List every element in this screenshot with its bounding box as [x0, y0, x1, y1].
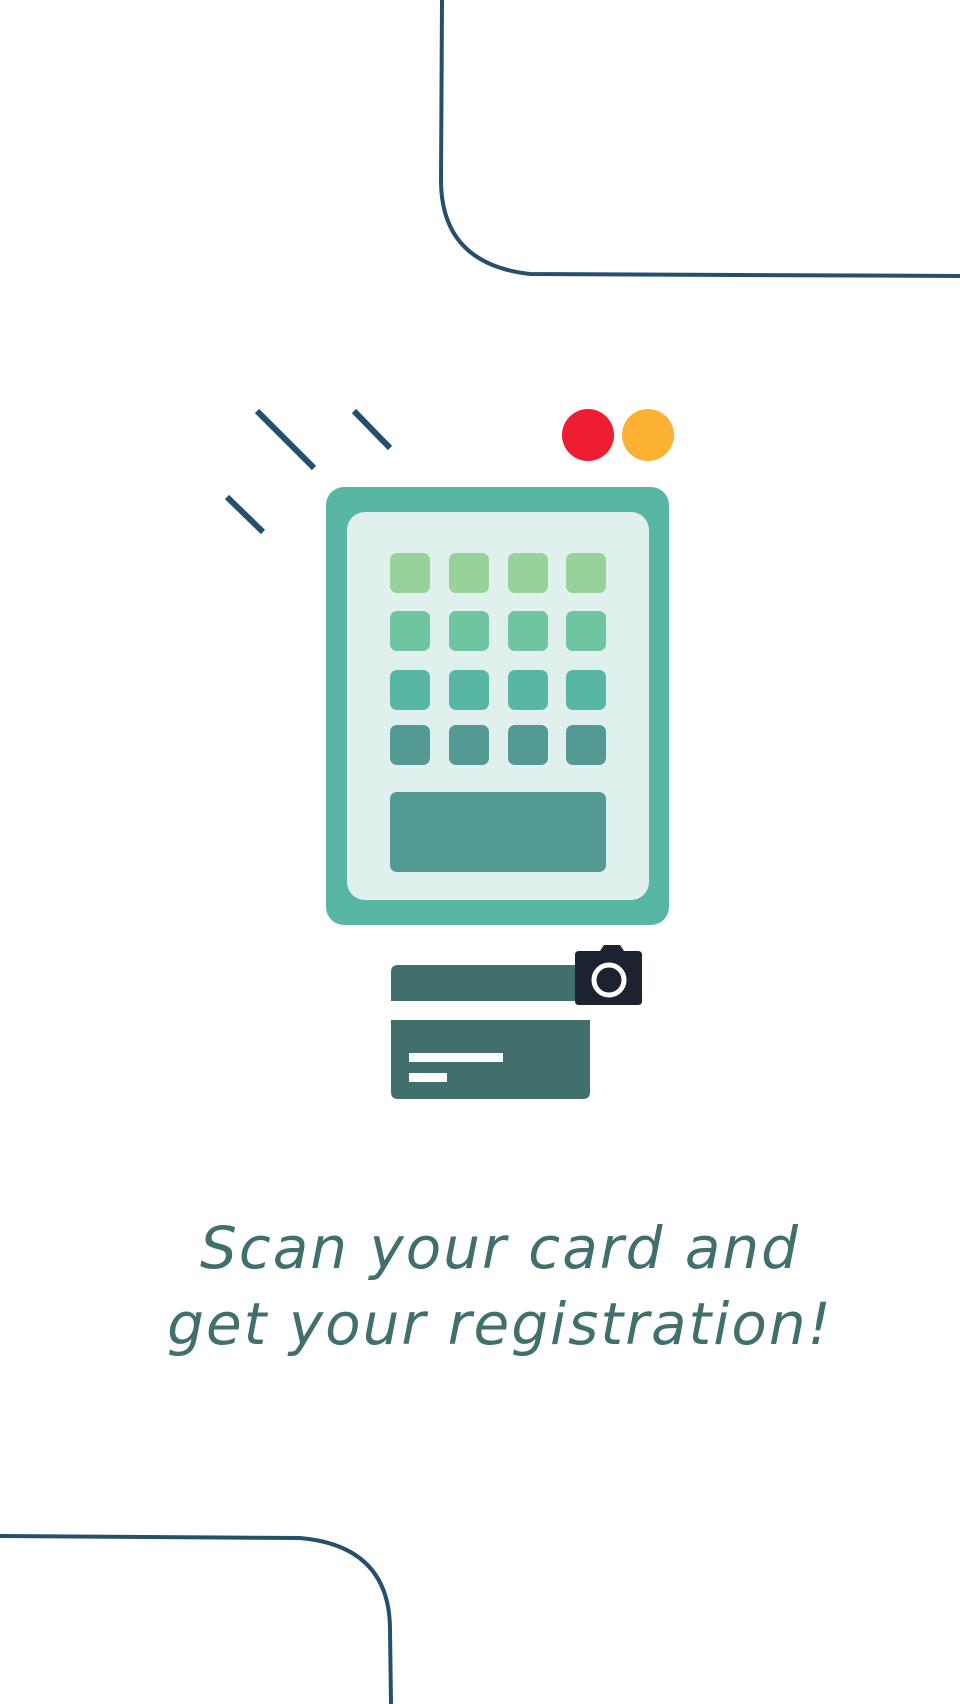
terminal-display-panel	[390, 792, 606, 872]
message-line-1: Scan your card and	[200, 1214, 800, 1282]
red-dot	[562, 409, 614, 461]
camera-icon	[575, 945, 642, 1005]
id-card-icon	[391, 965, 590, 1099]
onboarding-message: Scan your card and get your registration…	[0, 1210, 960, 1362]
message-line-2: get your registration!	[167, 1290, 833, 1358]
onboarding-screen: Scan your card and get your registration…	[0, 0, 960, 1704]
card-scan-illustration	[224, 408, 674, 1099]
card-terminal-icon	[326, 487, 669, 925]
yellow-dot	[622, 409, 674, 461]
